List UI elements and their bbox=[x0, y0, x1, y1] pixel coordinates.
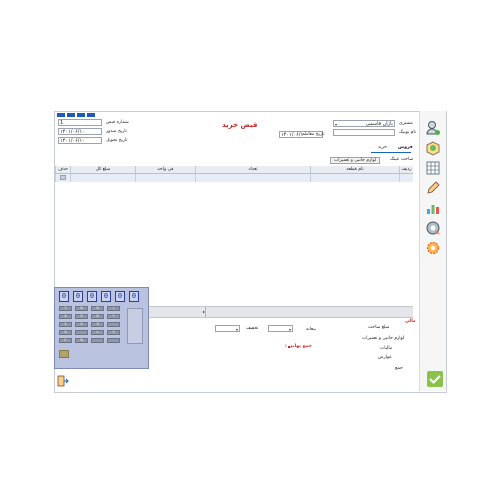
calc-key[interactable] bbox=[91, 338, 104, 343]
notebook-input[interactable] bbox=[333, 129, 395, 136]
chart-icon[interactable] bbox=[425, 200, 441, 216]
deposit-label: بیعانه bbox=[306, 327, 316, 332]
calculator: 0 0 0 0 0 0 7 8 9 / 4 5 6 * 1 2 3 - 0 . … bbox=[54, 287, 149, 369]
transaction-date-label: تاریخ معامله bbox=[302, 132, 325, 137]
calc-key[interactable]: % bbox=[75, 338, 88, 343]
receipt-number-value: 1 bbox=[60, 120, 64, 126]
calc-key[interactable]: 5 bbox=[75, 314, 88, 319]
receipt-number-label: شماره قبض bbox=[106, 120, 129, 125]
customer-select[interactable]: بازان قاسمی ▾ bbox=[333, 120, 395, 127]
calc-key[interactable]: 4 bbox=[59, 314, 72, 319]
calc-key[interactable]: - bbox=[107, 322, 120, 327]
tab-underline bbox=[371, 152, 411, 153]
summary-item: مبلغ ساخت bbox=[368, 325, 390, 330]
tab-sale[interactable]: فروش bbox=[398, 145, 413, 150]
page-title: قبض خرید bbox=[222, 121, 258, 129]
part-name-cell[interactable] bbox=[310, 174, 399, 182]
calc-key[interactable]: 1 bbox=[59, 322, 72, 327]
column-row-number[interactable]: ردیف bbox=[399, 166, 413, 173]
final-total-dot bbox=[288, 346, 290, 348]
calc-key[interactable]: / bbox=[107, 306, 120, 311]
footer-divider bbox=[205, 307, 206, 317]
calc-key[interactable]: 9 bbox=[91, 306, 104, 311]
receipt-number-input[interactable]: 1 bbox=[58, 119, 102, 126]
toolbar-button-3[interactable] bbox=[77, 113, 85, 117]
calc-key[interactable]: 6 bbox=[91, 314, 104, 319]
column-delete[interactable]: حذف bbox=[55, 166, 70, 173]
calc-digit: 0 bbox=[101, 291, 111, 302]
customer-label: مشتری bbox=[399, 121, 413, 126]
toolbar-button-1[interactable] bbox=[57, 113, 65, 117]
column-total-amount[interactable]: مبلغ کل bbox=[70, 166, 135, 173]
delete-cell[interactable] bbox=[55, 174, 70, 182]
calc-side-panel bbox=[127, 308, 143, 344]
checkmark-icon bbox=[429, 375, 441, 384]
summary-item: عوارض bbox=[378, 355, 392, 360]
issue-date-value: ۱۴۰۱/۰۶/۱۰ bbox=[60, 129, 85, 135]
grid-icon[interactable] bbox=[425, 160, 441, 176]
discount-label: تخفیف bbox=[246, 326, 259, 331]
calc-key[interactable]: 2 bbox=[75, 322, 88, 327]
row-number-cell[interactable] bbox=[399, 174, 413, 182]
summary-item: مالیات bbox=[380, 346, 393, 351]
calc-key[interactable]: 8 bbox=[75, 306, 88, 311]
tab-purchase[interactable]: خرید bbox=[378, 145, 387, 150]
right-toolbar bbox=[419, 111, 446, 391]
arrow-icon: ▸ bbox=[203, 309, 206, 314]
chevron-down-icon: ▾ bbox=[288, 327, 291, 332]
confirm-button[interactable] bbox=[427, 371, 443, 387]
toolbar-button-2[interactable] bbox=[67, 113, 75, 117]
calc-digit: 0 bbox=[73, 291, 83, 302]
issue-date-label: تاریخ صدور bbox=[106, 129, 127, 134]
calc-key[interactable]: C bbox=[59, 338, 72, 343]
calc-digit: 0 bbox=[87, 291, 97, 302]
calc-key[interactable]: = bbox=[91, 330, 104, 335]
chevron-down-icon: ▾ bbox=[235, 327, 238, 332]
add-user-icon[interactable] bbox=[425, 120, 441, 136]
chevron-down-icon: ▾ bbox=[335, 122, 338, 127]
calc-digit: 0 bbox=[129, 291, 139, 302]
tab-services[interactable]: ساخت عینک bbox=[390, 157, 413, 162]
exit-door-icon[interactable] bbox=[57, 375, 69, 387]
quantity-cell[interactable] bbox=[195, 174, 310, 182]
calc-key[interactable]: 0 bbox=[59, 330, 72, 335]
summary-item: جمع bbox=[395, 366, 403, 371]
calc-key[interactable] bbox=[107, 338, 120, 343]
delete-icon[interactable] bbox=[60, 175, 66, 180]
calc-memory-icon[interactable] bbox=[59, 350, 69, 358]
customer-value: بازان قاسمی bbox=[365, 121, 393, 127]
issue-date-input[interactable]: ۱۴۰۱/۰۶/۱۰ bbox=[58, 128, 102, 135]
cog-icon[interactable] bbox=[425, 240, 441, 256]
column-quantity[interactable]: تعداد bbox=[195, 166, 310, 173]
summary-item: لوازم جانبی و تعمیرات bbox=[362, 336, 405, 341]
delivery-date-label: تاریخ تحویل bbox=[106, 138, 128, 143]
tab-accessories[interactable]: لوازم جانبی و تعمیرات bbox=[330, 157, 381, 164]
total-amount-cell[interactable] bbox=[70, 174, 135, 182]
column-unit-price[interactable]: فی واحد bbox=[135, 166, 195, 173]
unit-price-cell[interactable] bbox=[135, 174, 195, 182]
deposit-select[interactable]: ▾ bbox=[268, 325, 293, 332]
calc-digit: 0 bbox=[59, 291, 69, 302]
calc-key[interactable]: 7 bbox=[59, 306, 72, 311]
pencil-icon[interactable] bbox=[425, 180, 441, 196]
delivery-date-input[interactable]: ۱۴۰۱/۰۶/۱۰ bbox=[58, 137, 102, 144]
calc-key[interactable]: + bbox=[107, 330, 120, 335]
column-part-name[interactable]: نام قطعه bbox=[310, 166, 399, 173]
calc-key[interactable]: 3 bbox=[91, 322, 104, 327]
calc-digit: 0 bbox=[115, 291, 125, 302]
box-icon[interactable] bbox=[425, 140, 441, 156]
calc-key[interactable]: * bbox=[107, 314, 120, 319]
settings-gear-icon[interactable] bbox=[425, 220, 441, 236]
toolbar-button-4[interactable] bbox=[87, 113, 95, 117]
grid-header: ردیف نام قطعه تعداد فی واحد مبلغ کل حذف bbox=[55, 166, 413, 174]
notebook-label: نام یونیک bbox=[399, 130, 417, 135]
delivery-date-value: ۱۴۰۱/۰۶/۱۰ bbox=[60, 138, 85, 144]
summary-title: مالی bbox=[405, 319, 416, 324]
discount-select[interactable]: ▾ bbox=[215, 325, 240, 332]
calc-key[interactable]: . bbox=[75, 330, 88, 335]
